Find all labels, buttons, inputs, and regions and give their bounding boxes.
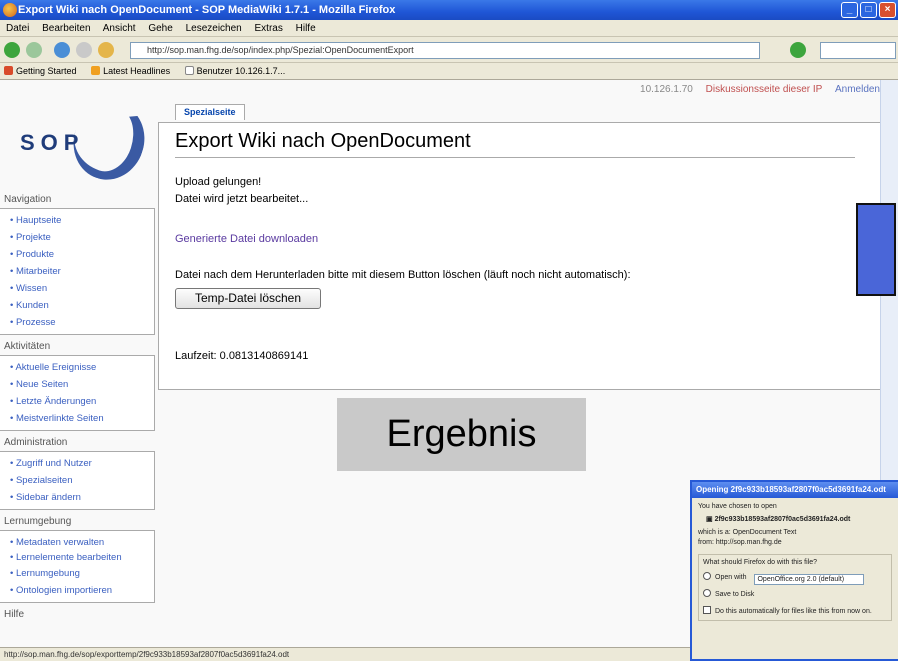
sidebar-item-letzte-aenderungen[interactable]: • Letzte Änderungen	[0, 393, 154, 410]
admin-heading: Administration	[4, 437, 68, 448]
menu-lesezeichen[interactable]: Lesezeichen	[186, 23, 242, 34]
help-heading: Hilfe	[4, 609, 25, 620]
dialog-source: from: http://sop.man.fhg.de	[698, 539, 782, 546]
sidebar-item-mitarbeiter[interactable]: • Mitarbeiter	[0, 263, 154, 280]
menu-gehe[interactable]: Gehe	[148, 23, 172, 34]
window-title-bar: Export Wiki nach OpenDocument - SOP Medi…	[0, 0, 898, 20]
dialog-question: What should Firefox do with this file?	[703, 559, 817, 566]
tab-spezialseite[interactable]: Spezialseite	[175, 104, 245, 120]
bookmark-icon	[4, 66, 13, 75]
sidebar-item-kunden[interactable]: • Kunden	[0, 297, 154, 314]
dialog-filetype: which is a: OpenDocument Text	[698, 529, 797, 536]
rss-icon	[91, 66, 101, 75]
firefox-icon	[3, 3, 17, 17]
back-icon[interactable]	[4, 42, 20, 58]
sidebar-item-hauptseite[interactable]: • Hauptseite	[0, 212, 154, 229]
dialog-filename: ▣ 2f9c933b18593af2807f0ac5d3691fa24.odt	[706, 516, 851, 523]
sidebar-item-projekte[interactable]: • Projekte	[0, 229, 154, 246]
login-link[interactable]: Anmelden	[835, 84, 880, 95]
user-ip[interactable]: 10.126.1.70	[640, 84, 693, 95]
go-icon[interactable]	[790, 42, 806, 58]
highlight-box	[856, 203, 896, 296]
bookmark-getting-started[interactable]: Getting Started	[4, 66, 77, 76]
upload-message: Upload gelungen!	[175, 176, 262, 188]
menu-hilfe[interactable]: Hilfe	[296, 23, 316, 34]
open-with-option[interactable]: Open with OpenOffice.org 2.0 (default)	[703, 572, 887, 585]
dialog-chosen-text: You have chosen to open	[698, 503, 777, 510]
window-title: Export Wiki nach OpenDocument - SOP Medi…	[18, 4, 396, 16]
auto-checkbox[interactable]	[703, 606, 711, 614]
bookmark-latest-headlines[interactable]: Latest Headlines	[91, 66, 170, 76]
open-with-radio[interactable]	[703, 572, 711, 580]
nav-heading: Navigation	[4, 194, 52, 205]
article-content: Export Wiki nach OpenDocument Upload gel…	[158, 122, 880, 390]
sidebar-item-meistverlinkte-seiten[interactable]: • Meistverlinkte Seiten	[0, 410, 154, 427]
sidebar-item-zugriff[interactable]: • Zugriff und Nutzer	[0, 455, 154, 472]
sidebar-item-spezialseiten[interactable]: • Spezialseiten	[0, 472, 154, 489]
menu-datei[interactable]: Datei	[6, 23, 29, 34]
save-radio[interactable]	[703, 589, 711, 597]
delete-hint: Datei nach dem Herunterladen bitte mit d…	[175, 269, 631, 281]
address-bar[interactable]: http://sop.man.fhg.de/sop/index.php/Spez…	[130, 42, 760, 59]
sidebar-item-ontologien[interactable]: • Ontologien importieren	[0, 582, 154, 599]
menu-ansicht[interactable]: Ansicht	[103, 23, 136, 34]
forward-icon[interactable]	[26, 42, 42, 58]
navigation-toolbar: http://sop.man.fhg.de/sop/index.php/Spez…	[0, 37, 898, 63]
menu-bar: Datei Bearbeiten Ansicht Gehe Lesezeiche…	[0, 20, 898, 37]
bookmark-benutzer[interactable]: Benutzer 10.126.1.7...	[184, 66, 285, 76]
sidebar: Navigation • Hauptseite • Projekte • Pro…	[0, 190, 155, 623]
sidebar-item-prozesse[interactable]: • Prozesse	[0, 314, 154, 331]
download-dialog: Opening 2f9c933b18593af2807f0ac5d3691fa2…	[690, 480, 898, 661]
search-input[interactable]	[820, 42, 896, 59]
sidebar-item-metadaten[interactable]: • Metadaten verwalten	[0, 534, 154, 551]
page-icon	[184, 66, 194, 75]
page-title: Export Wiki nach OpenDocument	[175, 130, 855, 158]
learning-portlet: • Metadaten verwalten • Lernelemente bea…	[0, 530, 155, 603]
save-to-disk-option[interactable]: Save to Disk	[703, 589, 887, 600]
activities-heading: Aktivitäten	[4, 341, 51, 352]
dialog-action-group: What should Firefox do with this file? O…	[698, 554, 892, 621]
sidebar-item-wissen[interactable]: • Wissen	[0, 280, 154, 297]
processing-message: Datei wird jetzt bearbeitet...	[175, 193, 309, 205]
admin-portlet: • Zugriff und Nutzer • Spezialseiten • S…	[0, 451, 155, 510]
logo-text: SOP	[20, 130, 85, 155]
learning-heading: Lernumgebung	[4, 516, 72, 527]
sidebar-item-aktuelle-ereignisse[interactable]: • Aktuelle Ereignisse	[0, 359, 154, 376]
sidebar-item-sidebar-aendern[interactable]: • Sidebar ändern	[0, 489, 154, 506]
bookmarks-toolbar: Getting Started Latest Headlines Benutze…	[0, 63, 898, 80]
application-select[interactable]: OpenOffice.org 2.0 (default)	[754, 574, 865, 585]
reload-icon[interactable]	[54, 42, 70, 58]
home-icon[interactable]	[98, 42, 114, 58]
sidebar-item-produkte[interactable]: • Produkte	[0, 246, 154, 263]
ergebnis-label: Ergebnis	[337, 398, 586, 471]
sidebar-item-neue-seiten[interactable]: • Neue Seiten	[0, 376, 154, 393]
activities-portlet: • Aktuelle Ereignisse • Neue Seiten • Le…	[0, 355, 155, 431]
user-bar: 10.126.1.70 Diskussionsseite dieser IP A…	[630, 84, 880, 95]
close-button[interactable]: ×	[879, 2, 896, 18]
auto-option[interactable]: Do this automatically for files like thi…	[703, 606, 887, 617]
menu-bearbeiten[interactable]: Bearbeiten	[42, 23, 90, 34]
stop-icon[interactable]	[76, 42, 92, 58]
sop-logo[interactable]: SOP	[14, 93, 155, 189]
download-link[interactable]: Generierte Datei downloaden	[175, 233, 318, 245]
runtime-text: Laufzeit: 0.0813140869141	[175, 350, 309, 362]
nav-portlet: • Hauptseite • Projekte • Produkte • Mit…	[0, 208, 155, 335]
talk-link[interactable]: Diskussionsseite dieser IP	[706, 84, 823, 95]
menu-extras[interactable]: Extras	[255, 23, 283, 34]
sidebar-item-lernelemente[interactable]: • Lernelemente bearbeiten	[0, 551, 154, 565]
delete-temp-button[interactable]: Temp-Datei löschen	[175, 288, 321, 309]
maximize-button[interactable]: □	[860, 2, 877, 18]
dialog-title: Opening 2f9c933b18593af2807f0ac5d3691fa2…	[692, 482, 898, 498]
minimize-button[interactable]: _	[841, 2, 858, 18]
sidebar-item-lernumgebung[interactable]: • Lernumgebung	[0, 565, 154, 582]
